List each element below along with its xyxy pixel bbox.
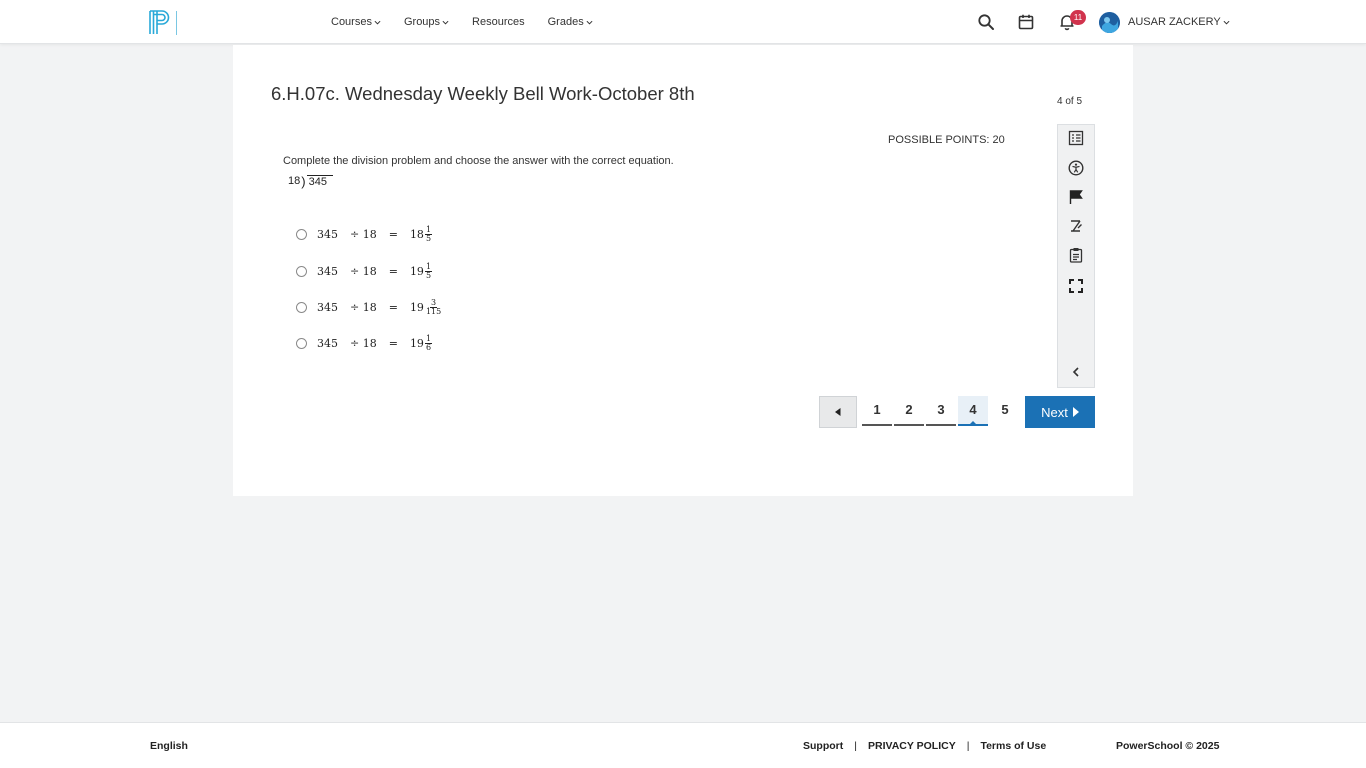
eq-dividend: 345	[317, 265, 338, 278]
footer-link-terms[interactable]: Terms of Use	[980, 740, 1046, 752]
page-button-2[interactable]: 2	[894, 396, 924, 426]
nav-resources-label: Resources	[472, 16, 525, 28]
eq-operator: ÷	[350, 301, 360, 314]
page-button-1[interactable]: 1	[862, 396, 892, 426]
footer-links: Support | PRIVACY POLICY | Terms of Use	[803, 740, 1046, 752]
division-dividend: 345	[306, 175, 333, 189]
option-equation: 345 ÷ 18 = 18 1 5	[317, 226, 433, 243]
fullscreen-icon[interactable]	[1068, 278, 1084, 294]
nav-courses-label: Courses	[331, 16, 372, 28]
option-equation: 345 ÷ 18 = 19 1 6	[317, 335, 433, 352]
avatar-image	[1099, 12, 1120, 33]
caret-left-icon	[835, 408, 841, 416]
avatar[interactable]	[1099, 12, 1120, 33]
calendar-icon[interactable]	[1017, 13, 1035, 31]
main-nav-menu: Courses Groups Resources Grades	[331, 0, 616, 44]
nav-groups-label: Groups	[403, 16, 441, 28]
nav-groups[interactable]: Groups	[404, 16, 449, 28]
eq-whole: 19	[409, 301, 424, 314]
footer-separator: |	[854, 740, 857, 752]
option-equation: 345 ÷ 18 = 19 1 5	[317, 263, 433, 280]
eq-whole: 18	[409, 228, 424, 241]
question-progress: 4 of 5	[1057, 96, 1083, 107]
nav-grades[interactable]: Grades	[548, 16, 593, 28]
user-name-label: AUSAR ZACKERY	[1128, 16, 1221, 28]
eq-divisor: 18	[362, 228, 377, 241]
eq-denominator: 6	[425, 343, 432, 352]
eq-dividend: 345	[317, 337, 338, 350]
eq-fraction: 3 115	[425, 299, 442, 316]
footer-separator: |	[966, 740, 970, 752]
notepad-icon[interactable]	[1068, 247, 1084, 263]
eq-dividend: 345	[317, 301, 338, 314]
nav-grades-label: Grades	[547, 16, 584, 28]
search-icon[interactable]	[977, 13, 995, 31]
eq-whole: 19	[409, 337, 424, 350]
radio-button[interactable]	[296, 266, 307, 277]
logo-divider	[176, 11, 177, 35]
page-button-5[interactable]: 5	[990, 396, 1020, 426]
powerschool-logo[interactable]	[148, 9, 178, 36]
question-text: Complete the division problem and choose…	[283, 155, 674, 167]
radio-button[interactable]	[296, 229, 307, 240]
answer-option-4[interactable]: 345 ÷ 18 = 19 1 6	[296, 335, 433, 352]
chevron-down-icon	[374, 20, 381, 25]
eq-whole: 19	[409, 265, 424, 278]
footer-link-support[interactable]: Support	[803, 740, 843, 752]
user-menu[interactable]: AUSAR ZACKERY	[1128, 16, 1230, 28]
eq-operator: ÷	[350, 228, 360, 241]
chevron-down-icon	[442, 20, 449, 25]
eq-dividend: 345	[317, 228, 338, 241]
eq-operator: ÷	[350, 337, 360, 350]
eq-denominator: 5	[425, 234, 432, 243]
previous-question-button[interactable]	[819, 396, 857, 428]
accessibility-icon[interactable]	[1068, 160, 1084, 176]
top-navigation-bar: Courses Groups Resources Grades 11 AUSAR…	[0, 0, 1366, 44]
eq-divisor: 18	[362, 265, 377, 278]
long-division-problem: 18 ) 345	[288, 175, 333, 189]
next-button-label: Next	[1041, 404, 1068, 420]
eq-operator: ÷	[350, 265, 360, 278]
division-divisor: 18	[288, 175, 301, 187]
option-equation: 345 ÷ 18 = 19 3 115	[317, 299, 442, 316]
copyright-text: PowerSchool © 2025	[1116, 740, 1220, 752]
eq-equals: =	[388, 228, 398, 241]
answer-option-1[interactable]: 345 ÷ 18 = 18 1 5	[296, 226, 433, 243]
question-list-icon[interactable]	[1068, 130, 1084, 146]
footer: English Support | PRIVACY POLICY | Terms…	[0, 722, 1366, 768]
possible-points: POSSIBLE POINTS: 20	[888, 134, 1005, 146]
next-button[interactable]: Next	[1025, 396, 1095, 428]
answer-option-2[interactable]: 345 ÷ 18 = 19 1 5	[296, 263, 433, 280]
collapse-chevron-left-icon[interactable]	[1068, 364, 1084, 380]
eq-equals: =	[388, 301, 398, 314]
page-button-4-current[interactable]: 4	[958, 396, 988, 426]
eq-equals: =	[388, 265, 398, 278]
division-bracket: )	[301, 174, 306, 189]
radio-button[interactable]	[296, 302, 307, 313]
eq-equals: =	[388, 337, 398, 350]
nav-courses[interactable]: Courses	[331, 16, 381, 28]
page-button-3[interactable]: 3	[926, 396, 956, 426]
eq-fraction: 1 5	[424, 263, 433, 280]
eq-denominator: 115	[425, 307, 442, 316]
page-title: 6.H.07c. Wednesday Weekly Bell Work-Octo…	[271, 83, 695, 104]
footer-link-privacy[interactable]: PRIVACY POLICY	[868, 740, 956, 752]
nav-resources[interactable]: Resources	[472, 16, 525, 28]
flag-icon[interactable]	[1068, 189, 1084, 205]
notification-badge: 11	[1070, 10, 1086, 25]
eq-denominator: 5	[425, 271, 432, 280]
radio-button[interactable]	[296, 338, 307, 349]
answer-option-3[interactable]: 345 ÷ 18 = 19 3 115	[296, 299, 442, 316]
tool-sidebar	[1057, 124, 1095, 388]
eq-divisor: 18	[362, 301, 377, 314]
chevron-down-icon	[586, 20, 593, 25]
text-highlight-icon[interactable]	[1068, 218, 1084, 234]
eq-divisor: 18	[362, 337, 377, 350]
language-selector[interactable]: English	[150, 740, 188, 752]
chevron-down-icon	[1223, 20, 1230, 25]
caret-right-icon	[1072, 407, 1079, 417]
eq-fraction: 1 6	[424, 335, 433, 352]
eq-fraction: 1 5	[424, 226, 433, 243]
